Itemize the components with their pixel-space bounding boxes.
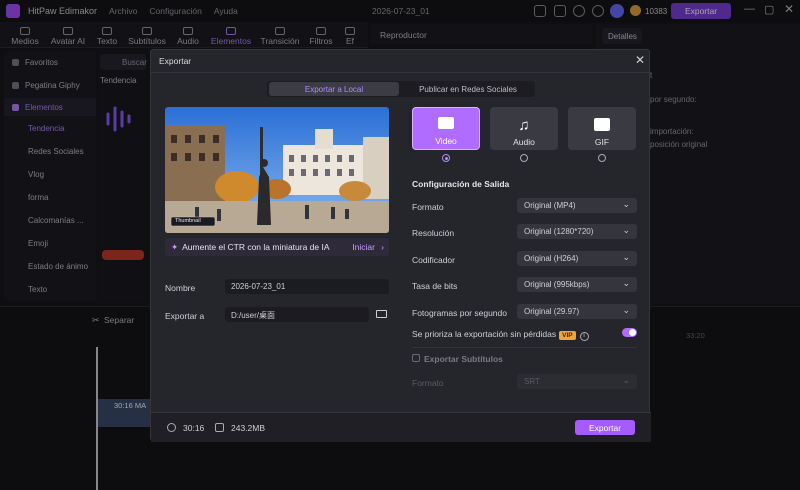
export-dialog: Exportar ✕ Exportar a Local Publicar en … [150,49,651,442]
sparkle-icon: ✦ [171,241,179,252]
chevron-down-icon: ⌄ [622,278,630,288]
ai-thumbnail-banner[interactable]: ✦ Aumente el CTR con la miniatura de IA … [165,238,389,256]
fps-label: Fotogramas por segundo [412,308,507,318]
export-path-input[interactable]: D:/user/桌面 [225,307,369,322]
video-icon [438,117,454,129]
clock-icon [167,423,176,432]
type-label: Video [435,136,457,146]
type-video-card[interactable]: Video [412,107,480,150]
subtitles-format-label: Formato [412,378,444,388]
divider [151,72,651,73]
export-target-switch: Exportar a Local Publicar en Redes Socia… [267,81,535,97]
banner-action[interactable]: Iniciar [352,242,375,252]
tab-publish-social[interactable]: Publicar en Redes Sociales [403,82,533,96]
bitrate-select[interactable]: Original (995kbps) ⌄ [517,277,637,292]
tab-label: Publicar en Redes Sociales [419,84,517,94]
radio-audio[interactable] [520,154,528,162]
tab-export-local[interactable]: Exportar a Local [269,82,399,96]
export-button-label: Exportar [588,422,622,433]
name-label: Nombre [165,283,196,293]
info-icon[interactable]: i [579,332,589,341]
chevron-down-icon: ⌄ [622,225,630,235]
gif-icon [594,118,610,131]
export-button[interactable]: Exportar [575,420,635,435]
file-size: 243.2MB [231,423,266,433]
name-value: 2026-07-23_01 [231,282,286,291]
chevron-down-icon: ⌄ [622,375,630,385]
resolution-select[interactable]: Original (1280*720) ⌄ [517,224,637,239]
lossless-text: Se prioriza la exportación sin pérdidas [412,329,557,339]
close-icon[interactable]: ✕ [635,53,645,67]
output-settings-title: Configuración de Salida [412,179,510,189]
format-label: Formato [412,202,444,212]
lossless-label: Se prioriza la exportación sin pérdidas V… [412,329,589,341]
resolution-label: Resolución [412,228,455,238]
radio-gif[interactable] [598,154,606,162]
subtitles-label: Exportar Subtítulos [424,354,503,364]
type-label: GIF [594,137,610,147]
vip-badge: VIP [559,331,576,340]
type-audio-card[interactable]: ♫ Audio [490,107,558,150]
dialog-title: Exportar [159,56,192,66]
subtitles-format-value: SRT [524,377,540,386]
format-select[interactable]: Original (MP4) ⌄ [517,198,637,213]
file-size-icon [215,423,224,432]
encoder-label: Codificador [412,255,455,265]
format-value: Original (MP4) [524,201,576,210]
thumbnail-caption: Thumbnail [175,218,201,224]
export-path-value: D:/user/桌面 [231,311,276,320]
lossless-toggle[interactable] [622,328,637,337]
subtitles-checkbox[interactable] [412,354,420,362]
chevron-right-icon: › [381,242,384,252]
export-to-label: Exportar a [165,311,205,321]
banner-text: Aumente el CTR con la miniatura de IA [182,242,330,252]
resolution-value: Original (1280*720) [524,227,594,236]
type-label: Audio [513,137,535,147]
duration: 30:16 [183,423,205,433]
name-input[interactable]: 2026-07-23_01 [225,279,389,294]
tab-label: Exportar a Local [304,84,364,94]
encoder-value: Original (H264) [524,254,579,263]
folder-icon[interactable] [376,310,387,318]
fps-select[interactable]: Original (29.97) ⌄ [517,304,637,319]
chevron-down-icon: ⌄ [622,305,630,315]
chevron-down-icon: ⌄ [622,252,630,262]
fps-value: Original (29.97) [524,307,580,316]
divider [412,347,637,348]
encoder-select[interactable]: Original (H264) ⌄ [517,251,637,266]
radio-video[interactable] [442,154,450,162]
bitrate-value: Original (995kbps) [524,280,590,289]
video-preview: Thumbnail [165,107,389,233]
music-note-icon: ♫ [518,117,530,134]
type-gif-card[interactable]: GIF [568,107,636,150]
chevron-down-icon: ⌄ [622,199,630,209]
bitrate-label: Tasa de bits [412,281,458,291]
subtitles-format-select: SRT ⌄ [517,374,637,389]
